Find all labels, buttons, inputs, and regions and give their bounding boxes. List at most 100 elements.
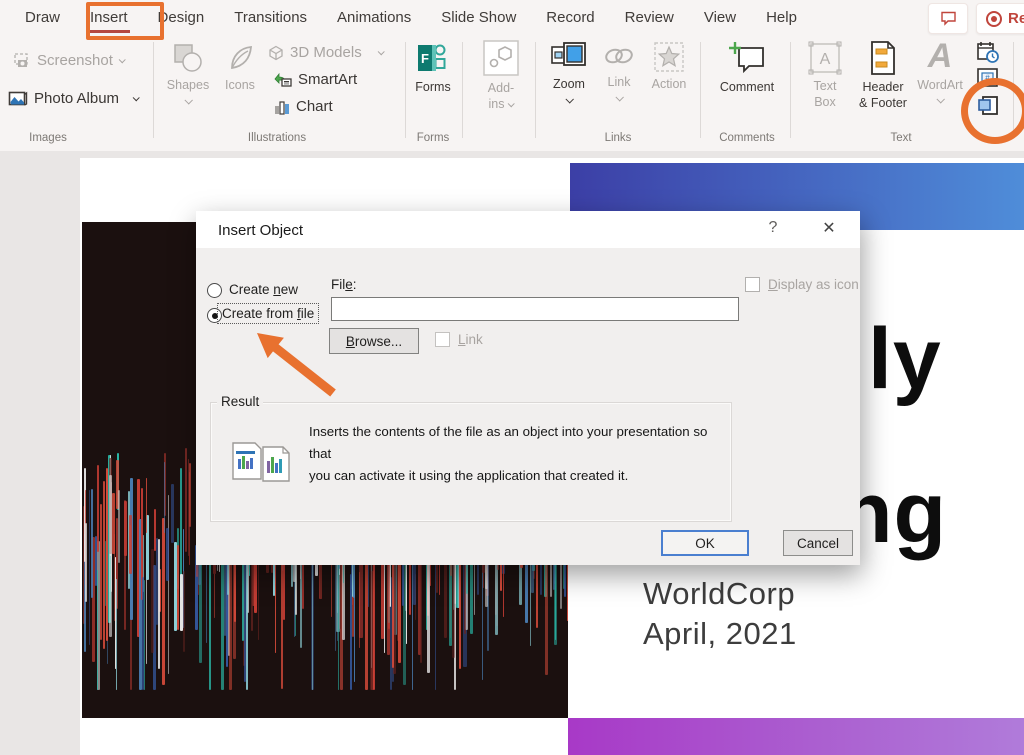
wordart-icon: A — [928, 38, 953, 74]
create-from-file-label[interactable]: Create from file — [217, 303, 319, 324]
menu-tabs: Draw Insert Design Transitions Animation… — [10, 0, 812, 36]
icons-label: Icons — [225, 78, 255, 93]
comments-group-label: Comments — [719, 132, 775, 144]
action-button[interactable]: Action — [644, 41, 694, 92]
dialog-help-button[interactable]: ? — [761, 219, 785, 241]
powerpoint-window: Draw Insert Design Transitions Animation… — [0, 0, 1024, 755]
chevron-down-icon — [133, 94, 140, 101]
text-group-label: Text — [890, 132, 911, 144]
forms-label: Forms — [415, 80, 450, 95]
insert-object-button[interactable] — [976, 94, 1002, 118]
file-path-input[interactable] — [331, 297, 739, 321]
smartart-icon — [274, 72, 292, 87]
result-groupbox: Inserts the contents of the file as an o… — [210, 402, 732, 522]
smartart-button[interactable]: SmartArt — [274, 71, 357, 88]
chart-button[interactable]: Chart — [274, 98, 333, 115]
forms-button[interactable]: F Forms — [408, 40, 458, 95]
slide-org-text: WorldCorp — [643, 576, 795, 612]
group-divider — [700, 42, 701, 138]
svg-text:#: # — [985, 74, 990, 83]
tab-draw[interactable]: Draw — [10, 0, 75, 36]
header-footer-button[interactable]: Header & Footer — [854, 40, 912, 111]
ribbon-insert: Screenshot Photo Album Images Shapes Ico… — [0, 36, 1024, 152]
date-time-icon — [976, 40, 1000, 64]
svg-text:A: A — [820, 51, 831, 68]
shapes-icon — [172, 42, 204, 74]
menu-bar: Draw Insert Design Transitions Animation… — [0, 0, 1024, 36]
slide-number-button[interactable]: # — [976, 67, 1002, 91]
tab-slide-show[interactable]: Slide Show — [426, 0, 531, 36]
zoom-label: Zoom — [553, 77, 585, 92]
comment-button[interactable]: Comment — [712, 40, 782, 95]
icons-icon — [224, 42, 256, 74]
link-button[interactable]: Link — [598, 41, 640, 101]
ok-button[interactable]: OK — [661, 530, 749, 556]
comment-bubble-icon — [940, 11, 957, 26]
smartart-label: SmartArt — [298, 71, 357, 88]
display-as-icon-label[interactable]: Display as icon — [768, 277, 859, 292]
create-new-label[interactable]: Create new — [229, 282, 298, 297]
dialog-close-button[interactable]: ✕ — [816, 218, 842, 242]
tab-help[interactable]: Help — [751, 0, 812, 36]
photo-album-button[interactable]: Photo Album — [8, 90, 138, 107]
zoom-button[interactable]: Zoom — [546, 41, 592, 103]
result-object-icon — [229, 437, 293, 489]
tab-record[interactable]: Record — [531, 0, 609, 36]
illustrations-group-label: Illustrations — [248, 132, 306, 144]
slide-date-text: April, 2021 — [643, 616, 797, 652]
action-icon — [653, 41, 685, 73]
record-button-label: Re — [1008, 10, 1024, 27]
new-comment-icon — [727, 40, 767, 76]
text-box-label-line1: Text — [814, 79, 837, 94]
dialog-title: Insert Object — [218, 222, 303, 239]
tab-view[interactable]: View — [689, 0, 751, 36]
icons-button[interactable]: Icons — [217, 42, 263, 93]
chevron-down-icon — [184, 96, 192, 104]
tab-review[interactable]: Review — [610, 0, 689, 36]
display-as-icon-checkbox[interactable] — [745, 277, 760, 292]
group-divider — [790, 42, 791, 138]
tab-transitions[interactable]: Transitions — [219, 0, 322, 36]
shapes-label: Shapes — [167, 78, 209, 93]
browse-button[interactable]: Browse... — [329, 328, 419, 354]
cancel-button[interactable]: Cancel — [783, 530, 853, 556]
tab-animations[interactable]: Animations — [322, 0, 426, 36]
comments-pane-button[interactable] — [928, 3, 968, 34]
text-box-button[interactable]: A Text Box — [800, 41, 850, 110]
header-footer-label-line2: & Footer — [859, 96, 907, 111]
active-tab-underline — [88, 30, 130, 33]
screenshot-icon — [14, 53, 31, 68]
shapes-button[interactable]: Shapes — [164, 42, 212, 104]
add-ins-button[interactable]: Add- ins — [478, 39, 524, 112]
header-footer-label-line1: Header — [863, 80, 904, 95]
links-group-label: Links — [605, 132, 632, 144]
zoom-icon — [551, 41, 587, 73]
create-new-radio[interactable] — [207, 283, 222, 298]
screenshot-button[interactable]: Screenshot — [14, 52, 124, 69]
tab-insert[interactable]: Insert — [75, 0, 143, 36]
tab-design[interactable]: Design — [143, 0, 220, 36]
forms-group-label: Forms — [417, 132, 450, 144]
photo-album-icon — [8, 90, 28, 107]
slide-bottom-accent-bar — [568, 718, 1024, 755]
link-icon — [602, 41, 636, 71]
record-dot-icon — [986, 11, 1002, 27]
svg-text:F: F — [421, 51, 429, 66]
add-ins-label-line2: ins — [489, 97, 514, 112]
result-groupbox-label: Result — [217, 394, 263, 409]
wordart-button[interactable]: A WordArt — [916, 38, 964, 103]
3d-models-button[interactable]: 3D Models — [268, 44, 383, 61]
group-divider — [153, 42, 154, 138]
forms-icon: F — [415, 40, 451, 76]
screenshot-label: Screenshot — [37, 52, 113, 69]
link-checkbox-label[interactable]: Link — [458, 332, 483, 347]
slide-number-icon: # — [976, 67, 1000, 89]
text-box-label-line2: Box — [814, 95, 836, 110]
chevron-down-icon — [119, 56, 126, 63]
link-checkbox[interactable] — [435, 332, 450, 347]
record-button[interactable]: Re — [976, 3, 1024, 34]
text-box-icon: A — [807, 41, 843, 75]
date-time-button[interactable] — [976, 40, 1002, 64]
group-divider — [535, 42, 536, 138]
text-small-buttons: # — [976, 40, 1002, 118]
